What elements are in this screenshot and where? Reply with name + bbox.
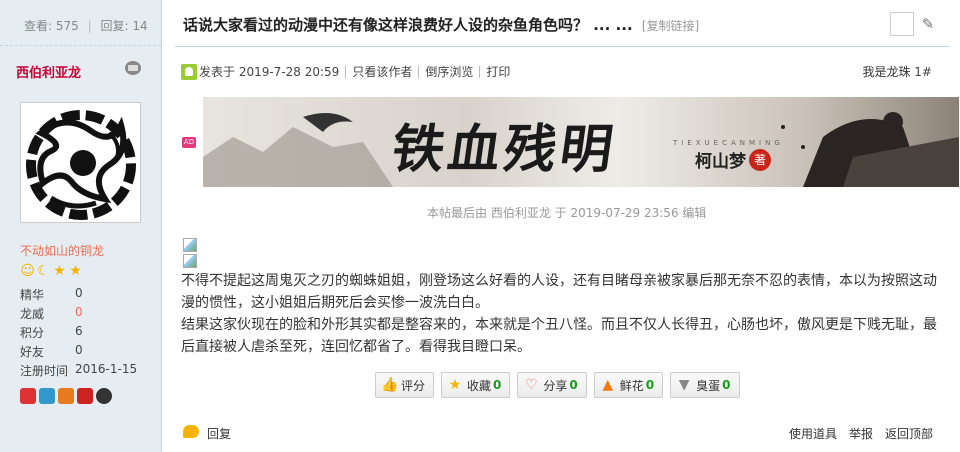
ad-badge: AD <box>182 137 196 148</box>
profile-row-prestige: 龙威 0 <box>20 305 137 324</box>
medal-icon[interactable] <box>58 388 74 404</box>
flower-label: 鲜花 <box>619 378 644 393</box>
options-box[interactable] <box>890 12 914 36</box>
moon-icon: ☾ <box>37 263 50 279</box>
views-count: 575 <box>55 19 79 33</box>
ad-banner[interactable]: 铁血残明 TIEXUECANMING 柯山梦 著 <box>203 97 959 187</box>
thumbs-up-icon: 👍 <box>381 377 399 393</box>
reverse-order-link[interactable]: 倒序浏览 <box>425 63 473 80</box>
post-paragraph: 结果这家伙现在的脸和外形其实都是整容来的，本来就是个丑八怪。而且不仅人长得丑，心… <box>181 317 937 355</box>
favorite-label: 收藏 <box>467 378 492 393</box>
banner-title: 铁血残明 <box>388 119 621 180</box>
author-username[interactable]: 西伯利亚龙 <box>16 66 81 81</box>
back-to-top-link[interactable]: 返回顶部 <box>885 425 933 442</box>
profile-key: 精华 <box>20 288 45 302</box>
rate-label: 评分 <box>401 378 426 393</box>
arrow-up-icon: ▲ <box>602 377 614 393</box>
divider <box>345 65 347 78</box>
floor-indicator: 我是龙珠 1# <box>862 63 932 80</box>
report-link[interactable]: 举报 <box>849 425 873 442</box>
arrow-down-icon: ▼ <box>678 377 690 393</box>
divider <box>418 65 420 78</box>
egg-button[interactable]: ▼ 臭蛋 0 <box>670 372 740 398</box>
only-author-link[interactable]: 只看该作者 <box>352 63 412 80</box>
post-paragraph: 不得不提起这周鬼灭之刃的蜘蛛姐姐，刚登场这么好看的人设，还有目睹母亲被家暴后那无… <box>181 273 937 311</box>
replies-label: 回复: <box>100 19 129 33</box>
heart-icon: ♡ <box>525 377 538 393</box>
avatar[interactable] <box>20 102 141 223</box>
reply-link[interactable]: 回复 <box>207 425 231 442</box>
sun-icon: ☺ <box>20 263 35 279</box>
print-link[interactable]: 打印 <box>486 63 510 80</box>
profile-row-registered: 注册时间 2016-1-15 <box>20 362 137 381</box>
username-row: 西伯利亚龙 <box>0 46 161 86</box>
post-actions: 👍 评分 ★ 收藏 0 ♡ 分享 0 ▲ 鲜花 0 ▼ 臭蛋 0 <box>375 372 740 398</box>
flower-count: 0 <box>645 378 655 392</box>
author-sidebar: 查看: 575 | 回复: 14 西伯利亚龙 不动如山的铜龙 ☺ ☾ ★ ★ 精… <box>0 0 162 452</box>
medal-icon[interactable] <box>20 388 36 404</box>
replies-count: 14 <box>132 19 148 33</box>
share-button[interactable]: ♡ 分享 0 <box>517 372 587 398</box>
profile-key: 积分 <box>20 326 45 340</box>
message-icon[interactable] <box>125 61 141 75</box>
floor-number[interactable]: 1# <box>914 65 932 79</box>
favorite-count: 0 <box>493 378 502 392</box>
medal-icon[interactable] <box>96 388 112 404</box>
user-rank[interactable]: 不动如山的铜龙 <box>20 242 104 259</box>
share-label: 分享 <box>543 378 568 393</box>
profile-value: 2016-1-15 <box>75 362 138 376</box>
copy-link-button[interactable]: [复制链接] <box>642 19 699 33</box>
profile-value[interactable]: 0 <box>75 286 83 305</box>
title-divider <box>175 46 950 47</box>
medal-icon[interactable] <box>77 388 93 404</box>
post-info-bar: 发表于 2019-7-28 20:59 只看该作者 倒序浏览 打印 <box>181 63 510 80</box>
medal-list <box>20 388 112 404</box>
profile-stats: 精华 0 龙威 0 积分 6 好友 0 注册时间 2016-1-15 <box>20 286 137 381</box>
profile-key: 好友 <box>20 345 45 359</box>
thread-title: 话说大家看过的动漫中还有像这样浪费好人设的杂鱼角色吗？ ... ... [复制链… <box>183 14 699 35</box>
egg-count: 0 <box>722 378 731 392</box>
post-body: 不得不提起这周鬼灭之刃的蜘蛛姐姐，刚登场这么好看的人设，还有目睹母亲被家暴后那无… <box>181 270 943 358</box>
thread-stats: 查看: 575 | 回复: 14 <box>0 0 161 46</box>
profile-value[interactable]: 6 <box>75 324 83 343</box>
star-icon: ★ <box>69 263 82 279</box>
banner-author: 柯山梦 <box>695 152 746 172</box>
banner-pinyin: TIEXUECANMING <box>673 139 784 147</box>
egg-label: 臭蛋 <box>696 378 721 393</box>
reply-icon[interactable] <box>183 425 199 438</box>
banner-seal: 著 <box>749 149 771 171</box>
post-footer-links: 使用道具 举报 返回顶部 <box>789 425 933 442</box>
star-icon: ★ <box>448 377 462 393</box>
dragon-emblem-icon <box>21 103 140 222</box>
flower-button[interactable]: ▲ 鲜花 0 <box>593 372 664 398</box>
profile-key: 龙威 <box>20 307 45 321</box>
divider <box>479 65 481 78</box>
stats-divider: | <box>87 19 92 33</box>
profile-value: 0 <box>75 305 83 319</box>
star-icon: ★ <box>53 263 66 279</box>
favorite-button[interactable]: ★ 收藏 0 <box>441 372 511 398</box>
profile-row-friends: 好友 0 <box>20 343 137 362</box>
views-label: 查看: <box>24 19 53 33</box>
tools-icon[interactable]: ✎ <box>918 14 938 34</box>
edit-note: 本帖最后由 西伯利亚龙 于 2019-07-29 23:56 编辑 <box>427 206 707 220</box>
profile-row-points: 积分 6 <box>20 324 137 343</box>
thread-title-text: 话说大家看过的动漫中还有像这样浪费好人设的杂鱼角色吗？ ... ... <box>183 16 633 34</box>
share-count: 0 <box>569 378 578 392</box>
broken-image-icon[interactable] <box>183 238 197 252</box>
post-time: 发表于 2019-7-28 20:59 <box>199 65 340 79</box>
profile-row-digest: 精华 0 <box>20 286 137 305</box>
profile-value[interactable]: 0 <box>75 343 83 362</box>
broken-image-icon[interactable] <box>183 254 197 268</box>
rank-stars: ☺ ☾ ★ ★ <box>20 264 83 279</box>
online-status-icon <box>181 63 197 80</box>
floor-label[interactable]: 我是龙珠 <box>862 65 910 79</box>
use-tool-link[interactable]: 使用道具 <box>789 425 837 442</box>
profile-key: 注册时间 <box>20 364 69 378</box>
rate-button[interactable]: 👍 评分 <box>375 372 435 398</box>
medal-icon[interactable] <box>39 388 55 404</box>
